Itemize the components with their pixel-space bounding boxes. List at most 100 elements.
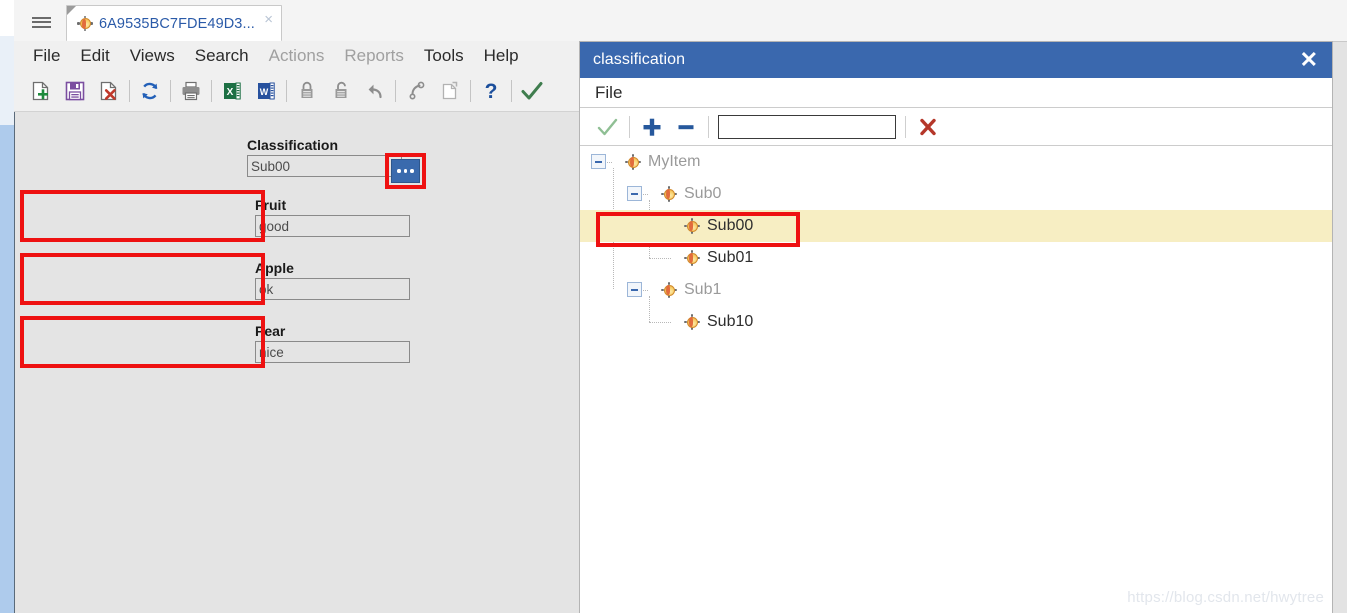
svg-text:X: X <box>227 87 234 98</box>
tree-row[interactable]: MyItem <box>580 146 1332 178</box>
menu-item-file[interactable]: File <box>23 45 70 67</box>
node-sphere-icon <box>684 250 700 266</box>
new-button[interactable] <box>24 74 58 108</box>
dialog-menu-item-file[interactable]: File <box>591 83 626 103</box>
node-sphere-icon <box>684 314 700 330</box>
toolbar-separator-6 <box>470 80 471 102</box>
delete-button[interactable] <box>92 74 126 108</box>
close-x-icon[interactable]: ✕ <box>1296 49 1322 71</box>
dialog-menu-bar: File <box>580 78 1332 108</box>
classification-tree: MyItem Sub0 Sub00 Sub01 Sub1 Sub10 https… <box>580 146 1332 612</box>
toolbar-separator-4 <box>286 80 287 102</box>
tab-label: 6A9535BC7FDE49D3... <box>99 15 255 32</box>
menu-item-help[interactable]: Help <box>474 45 529 67</box>
menu-item-actions: Actions <box>268 46 325 65</box>
toolbar-separator-2 <box>170 80 171 102</box>
fruit-input[interactable] <box>255 215 410 237</box>
tree-row[interactable]: Sub1 <box>580 274 1332 306</box>
copy-button <box>433 74 467 108</box>
dialog-toolbar-separator-1 <box>629 115 630 138</box>
right-background-strip <box>1332 42 1347 613</box>
dialog-toolbar-separator-2 <box>708 115 709 138</box>
main-toolbar: X W ? <box>14 71 580 112</box>
tree-row[interactable]: Sub0 <box>580 178 1332 210</box>
svg-text:W: W <box>260 87 269 97</box>
document-tab[interactable]: 6A9535BC7FDE49D3... × <box>66 5 282 41</box>
tree-row[interactable]: Sub01 <box>580 242 1332 274</box>
field-group-apple: Apple <box>255 260 410 300</box>
hamburger-bar <box>31 21 51 23</box>
dialog-title: classification <box>593 51 686 68</box>
tree-row[interactable]: Sub00 <box>580 210 1332 242</box>
classification-label: Classification <box>247 137 339 153</box>
redo-button <box>399 74 433 108</box>
undo-button <box>358 74 392 108</box>
hamburger-bar <box>31 16 51 19</box>
dialog-title-bar: classification ✕ <box>580 42 1332 78</box>
tree-expander[interactable] <box>627 282 642 297</box>
print-button[interactable] <box>174 74 208 108</box>
tree-node-label: MyItem <box>648 153 701 170</box>
export-excel-button[interactable]: X <box>215 74 249 108</box>
tab-strip: 6A9535BC7FDE49D3... × <box>14 0 1347 42</box>
svg-text:?: ? <box>485 80 498 103</box>
hamburger-menu-icon[interactable] <box>22 8 60 36</box>
tab-close-icon[interactable]: × <box>264 12 273 27</box>
left-edge-blue-strip <box>0 125 14 613</box>
highlight-rect-fruit <box>20 190 265 242</box>
node-sphere-icon <box>625 154 641 170</box>
menu-item-edit[interactable]: Edit <box>70 45 119 67</box>
form-work-area: Classification Fruit Apple Pear <box>14 112 580 613</box>
dialog-remove-button[interactable] <box>669 112 703 142</box>
apply-button[interactable] <box>515 74 549 108</box>
tree-row[interactable]: Sub10 <box>580 306 1332 338</box>
toolbar-separator-7 <box>511 80 512 102</box>
menu-item-search[interactable]: Search <box>185 45 259 67</box>
menu-item-tools[interactable]: Tools <box>414 45 474 67</box>
toolbar-separator-1 <box>129 80 130 102</box>
tree-expander[interactable] <box>627 186 642 201</box>
unlock-button <box>324 74 358 108</box>
left-edge-light-strip <box>0 36 14 125</box>
tree-node-label: Sub01 <box>707 249 754 266</box>
fruit-label: Fruit <box>255 197 287 213</box>
menu-item-reports: Reports <box>344 46 404 65</box>
dialog-search-input[interactable] <box>718 114 896 139</box>
field-group-classification: Classification <box>247 137 402 177</box>
classification-input[interactable] <box>247 155 402 177</box>
apple-label: Apple <box>255 260 294 276</box>
dialog-toolbar-separator-3 <box>905 115 906 138</box>
node-sphere-icon <box>684 218 700 234</box>
dialog-confirm-button[interactable] <box>590 112 624 142</box>
tree-node-label: Sub0 <box>684 185 722 202</box>
highlight-rect-apple <box>20 253 265 305</box>
node-sphere-icon <box>661 186 677 202</box>
application-window: 6A9535BC7FDE49D3... × File Edit Views Se… <box>0 0 1347 613</box>
menu-item-views[interactable]: Views <box>120 45 185 67</box>
left-edge-panel <box>0 0 14 613</box>
dialog-delete-button[interactable] <box>911 112 945 142</box>
dialog-add-button[interactable] <box>635 112 669 142</box>
main-menu-bar: File Edit Views Search Actions Reports T… <box>14 41 580 71</box>
field-group-pear: Pear <box>255 323 410 363</box>
export-word-button[interactable]: W <box>249 74 283 108</box>
help-button[interactable]: ? <box>474 74 508 108</box>
classification-browse-button[interactable] <box>391 159 420 183</box>
refresh-button[interactable] <box>133 74 167 108</box>
node-sphere-icon <box>661 282 677 298</box>
save-button[interactable] <box>58 74 92 108</box>
tree-node-label: Sub1 <box>684 281 722 298</box>
highlight-rect-pear <box>20 316 265 368</box>
tree-expander[interactable] <box>591 154 606 169</box>
node-sphere-icon <box>77 15 93 32</box>
classification-dialog: classification ✕ File MyItem Sub0 Sub00 … <box>580 42 1332 613</box>
apple-input[interactable] <box>255 278 410 300</box>
pear-input[interactable] <box>255 341 410 363</box>
field-group-fruit: Fruit <box>255 197 410 237</box>
lock-button <box>290 74 324 108</box>
toolbar-separator-5 <box>395 80 396 102</box>
watermark-text: https://blog.csdn.net/hwytree <box>1127 589 1324 606</box>
dialog-toolbar <box>580 108 1332 146</box>
tree-node-label: Sub10 <box>707 313 754 330</box>
pear-label: Pear <box>255 323 286 339</box>
